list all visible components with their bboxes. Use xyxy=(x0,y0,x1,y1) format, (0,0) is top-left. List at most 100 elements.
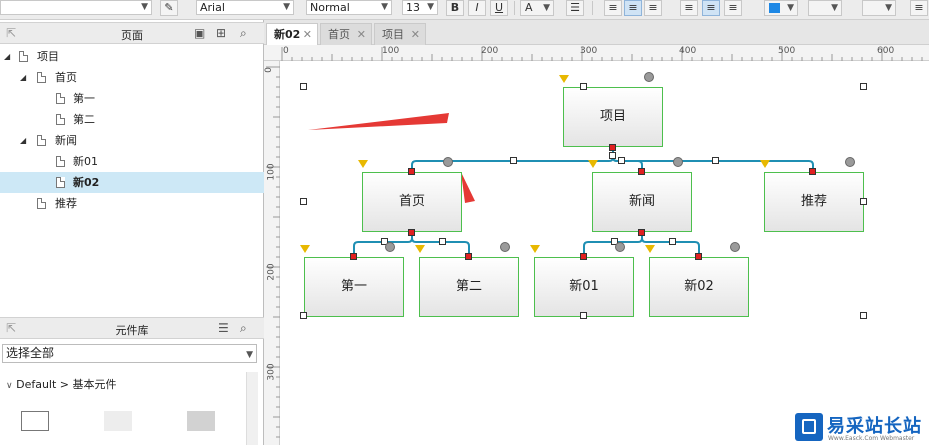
align-right-icon[interactable]: ≡ xyxy=(644,0,662,16)
corner-radius-handle-icon[interactable] xyxy=(358,160,368,168)
font-style-select[interactable]: Normal ▼ xyxy=(306,0,392,15)
rotate-handle-icon[interactable] xyxy=(443,157,453,167)
underline-button[interactable]: U xyxy=(490,0,508,16)
connection-point[interactable] xyxy=(350,253,357,260)
design-canvas[interactable]: 项目 首页 新闻 推荐 第一 第二 新01 新02 xyxy=(281,62,929,445)
add-page-icon[interactable]: ▣ xyxy=(194,26,205,40)
connector-handle[interactable] xyxy=(439,238,446,245)
close-icon[interactable]: ✕ xyxy=(411,24,420,46)
library-group[interactable]: ∨ Default > 基本元件 xyxy=(6,376,117,392)
tree-row-project[interactable]: ◢ 项目 xyxy=(0,46,264,67)
connection-point[interactable] xyxy=(638,229,645,236)
node-news01[interactable]: 新01 xyxy=(534,257,634,317)
corner-radius-handle-icon[interactable] xyxy=(415,245,425,253)
menu-icon[interactable]: ☰ xyxy=(218,321,229,335)
connection-point[interactable] xyxy=(809,168,816,175)
align-left-icon[interactable]: ≡ xyxy=(604,0,622,16)
connector-handle[interactable] xyxy=(510,157,517,164)
ruler-label: 600 xyxy=(877,46,895,56)
resize-handle[interactable] xyxy=(580,312,587,319)
library-scrollbar[interactable] xyxy=(246,372,258,445)
bullet-list-icon[interactable]: ☰ xyxy=(566,0,584,16)
resize-handle[interactable] xyxy=(860,198,867,205)
close-icon[interactable]: ✕ xyxy=(357,24,366,46)
expand-triangle-icon[interactable]: ◢ xyxy=(4,46,10,67)
library-select[interactable]: 选择全部 ▼ xyxy=(2,344,257,363)
connection-point[interactable] xyxy=(695,253,702,260)
node-first[interactable]: 第一 xyxy=(304,257,404,317)
corner-radius-handle-icon[interactable] xyxy=(645,245,655,253)
node-news02[interactable]: 新02 xyxy=(649,257,749,317)
italic-button[interactable]: I xyxy=(468,0,486,16)
connection-point[interactable] xyxy=(408,168,415,175)
rotate-handle-icon[interactable] xyxy=(845,157,855,167)
tree-row-home[interactable]: ◢ 首页 xyxy=(0,67,264,88)
rotate-handle-icon[interactable] xyxy=(385,242,395,252)
corner-radius-handle-icon[interactable] xyxy=(588,160,598,168)
resize-handle[interactable] xyxy=(860,83,867,90)
expand-triangle-icon[interactable]: ◢ xyxy=(20,67,26,88)
rotate-handle-icon[interactable] xyxy=(673,157,683,167)
rotate-handle-icon[interactable] xyxy=(615,242,625,252)
font-size-select[interactable]: 13 ▼ xyxy=(402,0,438,15)
rotate-handle-icon[interactable] xyxy=(730,242,740,252)
node-project[interactable]: 项目 xyxy=(563,87,663,147)
tree-row-second[interactable]: 第二 xyxy=(0,109,264,130)
valign-middle-icon[interactable]: ≡ xyxy=(702,0,720,16)
bold-button[interactable]: B xyxy=(446,0,464,16)
search-icon[interactable]: ⌕ xyxy=(240,26,247,41)
resize-handle[interactable] xyxy=(300,198,307,205)
node-second[interactable]: 第二 xyxy=(419,257,519,317)
connection-point[interactable] xyxy=(408,229,415,236)
connection-point[interactable] xyxy=(465,253,472,260)
corner-radius-handle-icon[interactable] xyxy=(760,160,770,168)
tab-home[interactable]: 首页 ✕ xyxy=(320,23,372,45)
gray-box-widget-icon[interactable] xyxy=(187,411,215,431)
tree-row-news02[interactable]: 新02 xyxy=(0,172,264,193)
box-widget-icon[interactable] xyxy=(21,411,49,431)
tree-row-first[interactable]: 第一 xyxy=(0,88,264,109)
close-icon[interactable]: ✕ xyxy=(303,24,312,46)
resize-handle[interactable] xyxy=(300,312,307,319)
connector-handle[interactable] xyxy=(618,157,625,164)
connection-point[interactable] xyxy=(580,253,587,260)
rotate-handle-icon[interactable] xyxy=(644,72,654,82)
line-weight-icon[interactable]: ≡ xyxy=(910,0,928,16)
search-icon[interactable]: ⌕ xyxy=(240,321,247,336)
expand-triangle-icon[interactable]: ◢ xyxy=(20,130,26,151)
vertical-ruler: 0 100 200 300 xyxy=(264,61,280,445)
tree-row-news[interactable]: ◢ 新闻 xyxy=(0,130,264,151)
resize-handle[interactable] xyxy=(300,83,307,90)
fill-color-button[interactable]: ▼ xyxy=(764,0,798,16)
widget-name-field[interactable]: ▼ xyxy=(0,0,152,15)
resize-handle[interactable] xyxy=(580,83,587,90)
line-color-button[interactable]: ▼ xyxy=(862,0,896,16)
tree-row-news01[interactable]: 新01 xyxy=(0,151,264,172)
node-recommend[interactable]: 推荐 xyxy=(764,172,864,232)
connector-handle[interactable] xyxy=(609,152,616,159)
font-color-button[interactable]: A ▼ xyxy=(520,0,554,16)
tab-project[interactable]: 项目 ✕ xyxy=(374,23,426,45)
add-folder-icon[interactable]: ⊞ xyxy=(216,26,226,40)
corner-radius-handle-icon[interactable] xyxy=(559,75,569,83)
corner-radius-handle-icon[interactable] xyxy=(300,245,310,253)
tree-row-recommend[interactable]: 推荐 xyxy=(0,193,264,214)
node-news[interactable]: 新闻 xyxy=(592,172,692,232)
shadow-button[interactable]: ▼ xyxy=(808,0,842,16)
rotate-handle-icon[interactable] xyxy=(500,242,510,252)
connector-handle[interactable] xyxy=(669,238,676,245)
tab-news02[interactable]: 新02 ✕ xyxy=(266,23,318,45)
valign-bottom-icon[interactable]: ≡ xyxy=(724,0,742,16)
ruler-label: 100 xyxy=(382,46,400,56)
resize-handle[interactable] xyxy=(860,312,867,319)
connection-point[interactable] xyxy=(638,168,645,175)
light-box-widget-icon[interactable] xyxy=(104,411,132,431)
valign-top-icon[interactable]: ≡ xyxy=(680,0,698,16)
font-family-select[interactable]: Arial ▼ xyxy=(196,0,294,15)
format-painter-icon[interactable]: ✎ xyxy=(160,0,178,16)
connection-point[interactable] xyxy=(609,144,616,151)
node-home[interactable]: 首页 xyxy=(362,172,462,232)
corner-radius-handle-icon[interactable] xyxy=(530,245,540,253)
align-center-icon[interactable]: ≡ xyxy=(624,0,642,16)
connector-handle[interactable] xyxy=(712,157,719,164)
